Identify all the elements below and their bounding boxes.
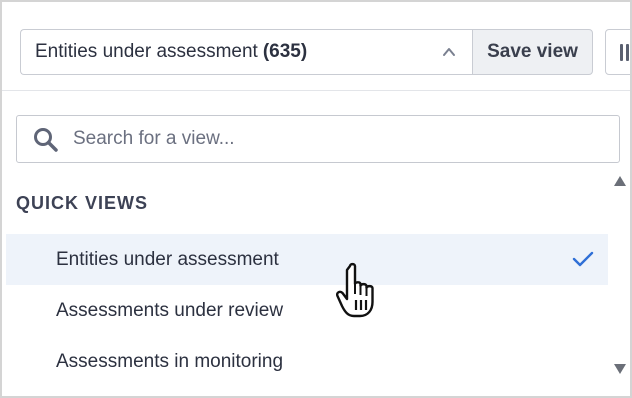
chevron-up-icon[interactable] <box>442 45 456 59</box>
columns-button[interactable] <box>605 29 630 75</box>
list-item-label: Entities under assessment <box>56 248 279 270</box>
save-view-button[interactable]: Save view <box>472 29 593 75</box>
view-selector[interactable]: Entities under assessment (635) <box>20 29 472 75</box>
view-selector-label: Entities under assessment <box>35 41 258 62</box>
quick-views-list: Entities under assessment Assessments un… <box>6 234 608 387</box>
search-box[interactable] <box>16 115 620 163</box>
search-icon <box>34 128 58 152</box>
list-item-label: Assessments under review <box>56 299 284 321</box>
search-input[interactable] <box>73 124 593 154</box>
columns-icon <box>620 44 629 61</box>
view-selector-count: (635) <box>262 41 308 62</box>
divider <box>2 90 630 91</box>
list-item-assessments-under-review[interactable]: Assessments under review <box>6 285 608 336</box>
view-picker-panel: Entities under assessment (635) Save vie… <box>0 0 632 398</box>
list-item-assessments-in-monitoring[interactable]: Assessments in monitoring <box>6 336 608 387</box>
quick-views-heading: QUICK VIEWS <box>16 193 149 213</box>
scroll-down-arrow-icon[interactable] <box>613 362 627 376</box>
list-item-label: Assessments in monitoring <box>56 350 284 372</box>
checkmark-icon <box>572 251 594 267</box>
list-item-entities-under-assessment[interactable]: Entities under assessment <box>6 234 608 285</box>
scroll-up-arrow-icon[interactable] <box>613 174 627 188</box>
